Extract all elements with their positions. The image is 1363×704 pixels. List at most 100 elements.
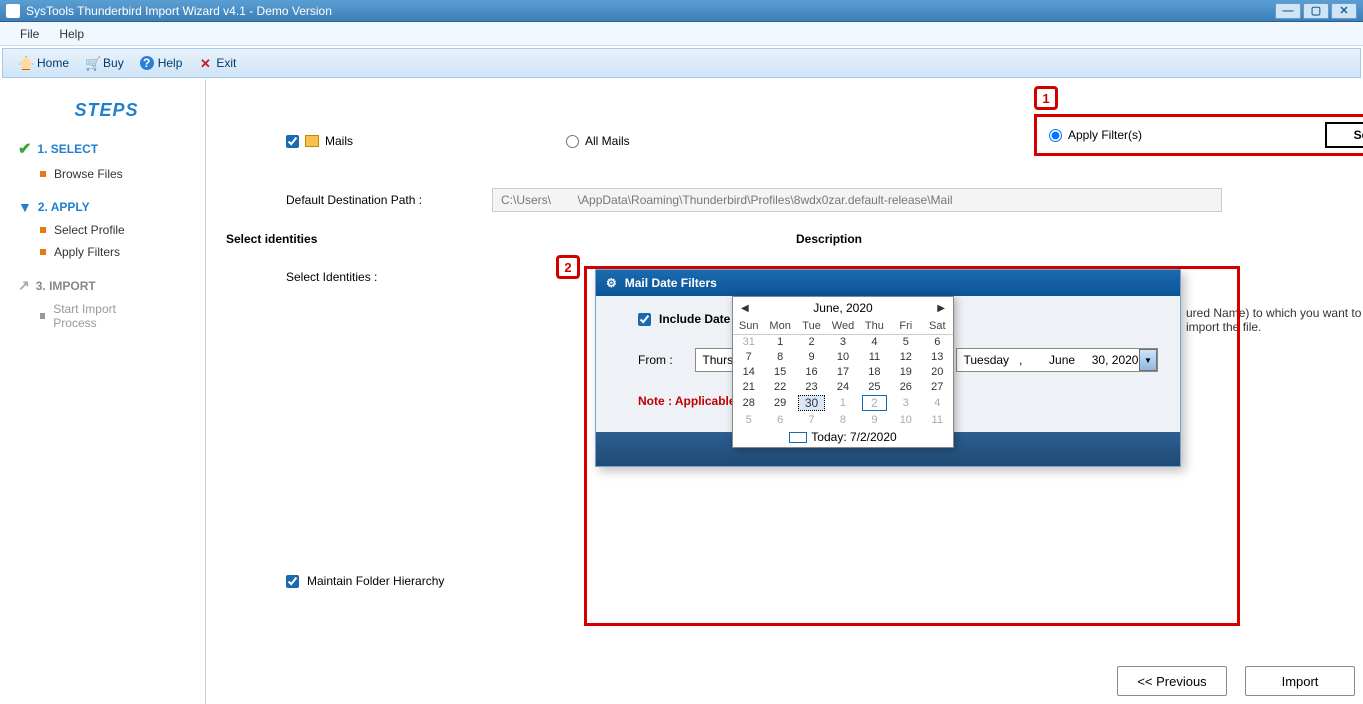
- steps-title: STEPS: [18, 100, 195, 121]
- bullet-icon: [40, 313, 45, 319]
- steps-sidebar: STEPS ✔ 1. SELECT Browse Files ▼ 2. APPL…: [0, 80, 206, 704]
- bullet-icon: [40, 171, 46, 177]
- gear-icon: ⚙: [606, 276, 617, 290]
- substep-browse-files[interactable]: Browse Files: [40, 167, 195, 181]
- check-icon: ✔: [18, 139, 31, 159]
- exit-icon: ✕: [198, 56, 212, 70]
- menu-help[interactable]: Help: [49, 24, 94, 44]
- all-mails-radio[interactable]: [566, 135, 579, 148]
- app-icon: [6, 4, 20, 18]
- calendar-day[interactable]: 25: [859, 379, 890, 394]
- help-button[interactable]: ?Help: [132, 54, 191, 72]
- include-date-checkbox[interactable]: [638, 313, 651, 326]
- window-titlebar: SysTools Thunderbird Import Wizard v4.1 …: [0, 0, 1363, 22]
- home-button[interactable]: Home: [11, 54, 77, 72]
- calendar-day[interactable]: 30: [796, 394, 827, 412]
- maintain-hierarchy-checkbox[interactable]: [286, 575, 299, 588]
- section-description-header: Description: [796, 232, 862, 246]
- calendar-prev-button[interactable]: ◀: [741, 303, 749, 314]
- calendar-day[interactable]: 20: [922, 364, 953, 379]
- buy-button[interactable]: 🛒Buy: [77, 54, 132, 72]
- step-import: ↗ 3. IMPORT: [18, 277, 195, 294]
- import-button[interactable]: Import: [1245, 666, 1355, 696]
- step-select: ✔ 1. SELECT: [18, 139, 195, 159]
- calendar-day[interactable]: 2: [796, 334, 827, 349]
- calendar-day[interactable]: 15: [764, 364, 795, 379]
- calendar-day[interactable]: 5: [890, 334, 921, 349]
- bullet-icon: [40, 227, 46, 233]
- calendar-day[interactable]: 23: [796, 379, 827, 394]
- dropdown-icon[interactable]: ▼: [1139, 349, 1157, 371]
- calendar-day[interactable]: 7: [733, 349, 764, 364]
- include-date-label: Include Date: [659, 312, 730, 326]
- calendar-day[interactable]: 12: [890, 349, 921, 364]
- calendar-day[interactable]: 4: [859, 334, 890, 349]
- close-button[interactable]: ✕: [1331, 3, 1357, 19]
- calendar-day[interactable]: 9: [859, 412, 890, 427]
- mails-checkbox[interactable]: [286, 135, 299, 148]
- mails-checkbox-row[interactable]: Mails: [286, 134, 566, 148]
- today-marker-icon: [789, 432, 807, 443]
- calendar-day[interactable]: 18: [859, 364, 890, 379]
- to-date-picker[interactable]: Tuesday , June 30, 2020 ▼: [956, 348, 1158, 372]
- calendar-day[interactable]: 11: [922, 412, 953, 427]
- calendar-day[interactable]: 2: [859, 394, 890, 412]
- home-icon: [19, 56, 33, 70]
- step-apply: ▼ 2. APPLY: [18, 199, 195, 215]
- calendar-day[interactable]: 9: [796, 349, 827, 364]
- calendar-day[interactable]: 24: [827, 379, 858, 394]
- help-icon: ?: [140, 56, 154, 70]
- calendar-day[interactable]: 19: [890, 364, 921, 379]
- calendar-grid: SunMonTueWedThuFriSat 311234567891011121…: [733, 319, 953, 427]
- calendar-day[interactable]: 7: [796, 412, 827, 427]
- calendar-day[interactable]: 8: [764, 349, 795, 364]
- calendar-day[interactable]: 4: [922, 394, 953, 412]
- calendar-dow: Sat: [922, 319, 953, 334]
- apply-filters-box: Apply Filter(s) Set...: [1034, 114, 1363, 156]
- substep-select-profile[interactable]: Select Profile: [40, 223, 195, 237]
- apply-filters-radio[interactable]: [1049, 129, 1062, 142]
- previous-button[interactable]: << Previous: [1117, 666, 1227, 696]
- calendar-day[interactable]: 8: [827, 412, 858, 427]
- calendar-day[interactable]: 17: [827, 364, 858, 379]
- calendar-day[interactable]: 14: [733, 364, 764, 379]
- annotation-1: 1: [1034, 86, 1058, 110]
- calendar-day[interactable]: 10: [827, 349, 858, 364]
- calendar-day[interactable]: 13: [922, 349, 953, 364]
- apply-filters-label: Apply Filter(s): [1068, 128, 1142, 142]
- calendar-day[interactable]: 29: [764, 394, 795, 412]
- all-mails-radio-row[interactable]: All Mails: [566, 134, 836, 148]
- calendar-day[interactable]: 1: [764, 334, 795, 349]
- calendar-day[interactable]: 5: [733, 412, 764, 427]
- menu-file[interactable]: File: [10, 24, 49, 44]
- select-identities-label: Select Identities :: [286, 270, 377, 284]
- from-label: From :: [638, 353, 683, 367]
- calendar-day[interactable]: 3: [827, 334, 858, 349]
- calendar-day[interactable]: 16: [796, 364, 827, 379]
- calendar-day[interactable]: 27: [922, 379, 953, 394]
- calendar-day[interactable]: 6: [922, 334, 953, 349]
- section-identities-header: Select identities: [226, 232, 796, 246]
- all-mails-label: All Mails: [585, 134, 630, 148]
- calendar-popup[interactable]: ◀ June, 2020 ▶ SunMonTueWedThuFriSat 311…: [732, 296, 954, 448]
- exit-button[interactable]: ✕Exit: [190, 54, 244, 72]
- calendar-day[interactable]: 26: [890, 379, 921, 394]
- apply-filters-radio-row[interactable]: Apply Filter(s): [1049, 128, 1142, 142]
- calendar-day[interactable]: 10: [890, 412, 921, 427]
- maximize-button[interactable]: ▢: [1303, 3, 1329, 19]
- annotation-2: 2: [556, 255, 580, 279]
- calendar-day[interactable]: 28: [733, 394, 764, 412]
- filter-icon: ▼: [18, 199, 32, 215]
- calendar-next-button[interactable]: ▶: [937, 303, 945, 314]
- set-button[interactable]: Set...: [1325, 122, 1363, 148]
- minimize-button[interactable]: —: [1275, 3, 1301, 19]
- substep-apply-filters[interactable]: Apply Filters: [40, 245, 195, 259]
- calendar-day[interactable]: 22: [764, 379, 795, 394]
- calendar-today-row[interactable]: Today: 7/2/2020: [733, 427, 953, 447]
- calendar-day[interactable]: 3: [890, 394, 921, 412]
- calendar-day[interactable]: 11: [859, 349, 890, 364]
- calendar-day[interactable]: 1: [827, 394, 858, 412]
- calendar-day[interactable]: 31: [733, 334, 764, 349]
- calendar-day[interactable]: 6: [764, 412, 795, 427]
- calendar-day[interactable]: 21: [733, 379, 764, 394]
